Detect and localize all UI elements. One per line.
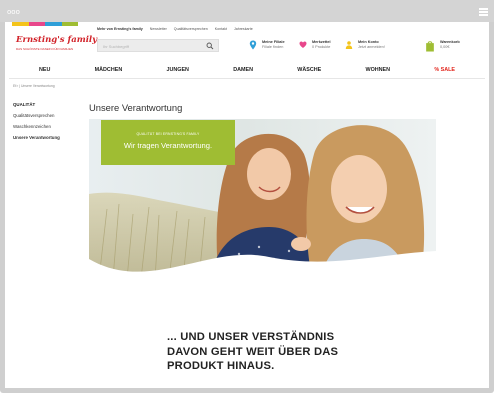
cart-total: 0,00€ [440, 45, 450, 49]
nav-item-wohnen[interactable]: WOHNEN [365, 67, 390, 78]
hero-callout: QUALITÄT BEI ERNSTING'S FAMILY Wir trage… [101, 120, 235, 165]
statement-heading: ... UND UNSER VERSTÄNDNIS DAVON GEHT WEI… [167, 330, 338, 374]
nav-item-maedchen[interactable]: MÄDCHEN [95, 67, 123, 78]
brand-name: Ernsting's family [16, 35, 98, 45]
brand-tagline: DAS SCHÖNSTE DASEIN FÜR FAMILIEN [16, 47, 74, 51]
user-icon [345, 41, 353, 49]
statement-line: PRODUKT HINAUS. [167, 360, 275, 372]
brand-logo[interactable]: Ernsting's family DAS SCHÖNSTE DASEIN FÜ… [12, 26, 97, 53]
browser-window: ooo Ernsting's family DAS SCHÖNSTE DASEI… [0, 0, 494, 393]
search-input[interactable]: Ihr Suchbegriff [97, 39, 219, 52]
hero-headline: Wir tragen Verantwortung. [123, 141, 213, 150]
search-placeholder: Ihr Suchbegriff [103, 44, 129, 49]
toplink-newsletter[interactable]: Newsletter [150, 27, 167, 31]
cart[interactable]: Warenkorb 0,00€ [425, 40, 460, 52]
sidebar: QUALITÄT Qualitätsversprechen Waschkennz… [13, 102, 83, 146]
store-sublabel: Filiale finden [262, 45, 284, 49]
wishlist-count: 0 Produkte [312, 45, 331, 49]
toplink-more[interactable]: Mehr von Ernsting's family [97, 27, 143, 31]
location-pin-icon [249, 40, 257, 50]
nav-item-neu[interactable]: NEU [39, 67, 50, 78]
account-login: Jetzt anmelden! [358, 45, 385, 49]
store-finder[interactable]: Meine Filiale Filiale finden [249, 40, 285, 50]
account[interactable]: Mein Konto Jetzt anmelden! [345, 40, 385, 50]
hero-kicker: QUALITÄT BEI ERNSTING'S FAMILY [136, 132, 200, 136]
sidebar-item-quality-promise[interactable]: Qualitätsversprechen [13, 113, 83, 118]
browser-titlebar: ooo [0, 0, 494, 22]
toplink-contact[interactable]: Kontakt [215, 27, 227, 31]
wishlist[interactable]: Merkzettel 0 Produkte [299, 40, 331, 50]
sidebar-item-care-labels[interactable]: Waschkennzeichen [13, 124, 83, 129]
breadcrumb[interactable]: Ef> | Unsere Verantwortung [13, 84, 55, 88]
nav-item-damen[interactable]: DAMEN [233, 67, 253, 78]
search-icon[interactable] [206, 42, 214, 50]
sidebar-header[interactable]: QUALITÄT [13, 102, 83, 107]
sidebar-item-responsibility[interactable]: Unsere Verantwortung [13, 135, 83, 140]
page-title: Unsere Verantwortung [89, 102, 183, 113]
nav-item-jungen[interactable]: JUNGEN [166, 67, 188, 78]
toplink-quality[interactable]: Qualitätsversprechen [174, 27, 208, 31]
nav-item-sale[interactable]: % SALE [434, 67, 455, 78]
main-nav: NEU MÄDCHEN JUNGEN DAMEN WÄSCHE WOHNEN %… [9, 67, 485, 79]
window-controls[interactable]: ooo [7, 8, 20, 16]
shopping-bag-icon [426, 41, 434, 52]
statement-line: DAVON GEHT WEIT ÜBER DAS [167, 345, 339, 358]
heart-icon [299, 41, 307, 48]
nav-item-waesche[interactable]: WÄSCHE [297, 67, 321, 78]
hamburger-icon[interactable] [479, 8, 488, 16]
page-viewport: Ernsting's family DAS SCHÖNSTE DASEIN FÜ… [5, 22, 489, 388]
toplink-annual-card[interactable]: Jahreskarte [234, 27, 253, 31]
statement-line: ... UND UNSER VERSTÄNDNIS [167, 331, 335, 343]
top-links: Mehr von Ernsting's family Newsletter Qu… [97, 27, 253, 31]
